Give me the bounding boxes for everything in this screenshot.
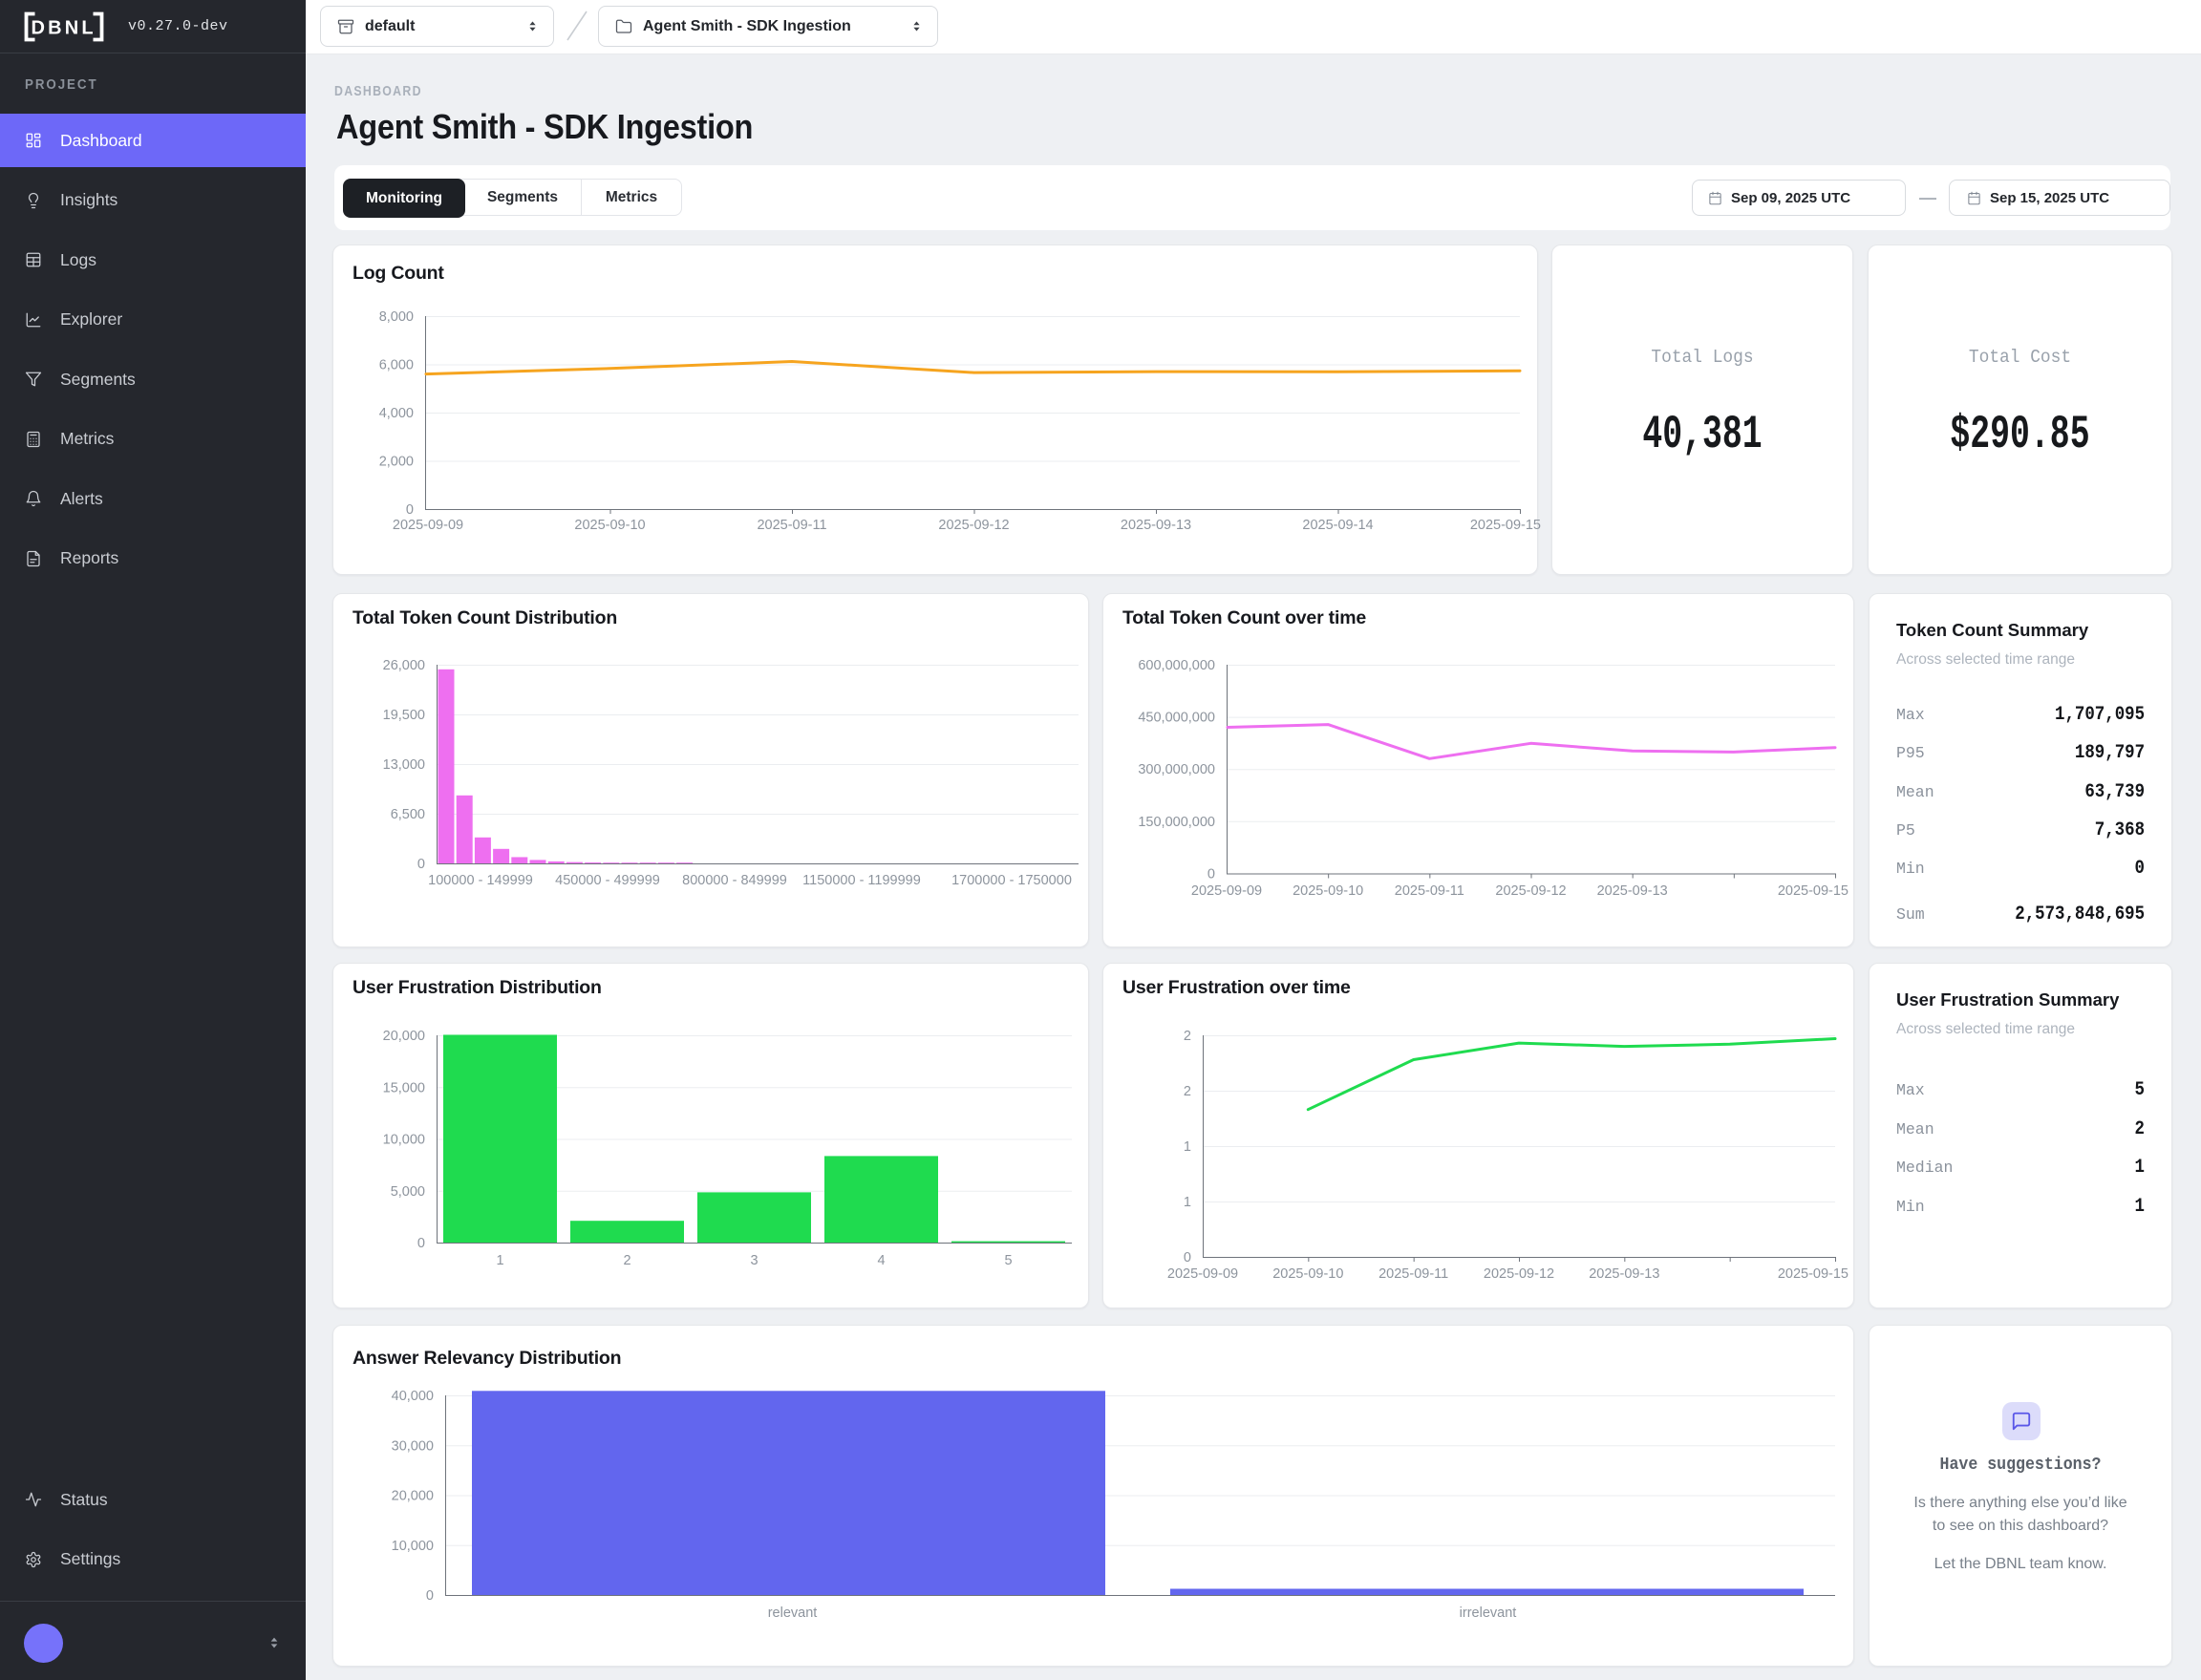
svg-text:2025-09-11: 2025-09-11 bbox=[1378, 1266, 1448, 1282]
svg-text:6,000: 6,000 bbox=[379, 358, 414, 373]
svg-text:0: 0 bbox=[417, 1236, 425, 1251]
svg-text:5,000: 5,000 bbox=[391, 1184, 425, 1200]
svg-text:2025-09-11: 2025-09-11 bbox=[1395, 883, 1464, 899]
svg-text:2: 2 bbox=[1184, 1084, 1191, 1099]
svg-text:450,000,000: 450,000,000 bbox=[1138, 711, 1215, 726]
svg-text:40,000: 40,000 bbox=[392, 1389, 434, 1404]
svg-text:2025-09-14: 2025-09-14 bbox=[1302, 518, 1373, 533]
svg-text:1150000 - 1199999: 1150000 - 1199999 bbox=[802, 873, 921, 888]
svg-text:2025-09-13: 2025-09-13 bbox=[1597, 883, 1668, 899]
svg-text:150,000,000: 150,000,000 bbox=[1138, 815, 1215, 830]
svg-text:15,000: 15,000 bbox=[383, 1080, 425, 1095]
svg-text:6,500: 6,500 bbox=[391, 807, 425, 822]
svg-text:2025-09-15: 2025-09-15 bbox=[1470, 518, 1541, 533]
svg-text:3: 3 bbox=[750, 1253, 758, 1268]
svg-text:2025-09-13: 2025-09-13 bbox=[1589, 1266, 1659, 1282]
svg-text:300,000,000: 300,000,000 bbox=[1138, 762, 1215, 777]
svg-text:2025-09-15: 2025-09-15 bbox=[1778, 883, 1848, 899]
svg-text:450000 - 499999: 450000 - 499999 bbox=[555, 873, 660, 888]
svg-text:20,000: 20,000 bbox=[383, 1029, 425, 1044]
svg-text:100000 - 149999: 100000 - 149999 bbox=[428, 873, 533, 888]
svg-text:1700000 - 1750000: 1700000 - 1750000 bbox=[951, 873, 1072, 888]
svg-text:2,000: 2,000 bbox=[379, 455, 414, 470]
svg-text:20,000: 20,000 bbox=[392, 1489, 434, 1504]
svg-text:0: 0 bbox=[406, 502, 414, 518]
svg-text:2025-09-15: 2025-09-15 bbox=[1778, 1266, 1848, 1282]
svg-text:13,000: 13,000 bbox=[383, 757, 425, 773]
svg-text:1: 1 bbox=[496, 1253, 503, 1268]
svg-text:0: 0 bbox=[417, 857, 425, 872]
svg-text:4: 4 bbox=[877, 1253, 885, 1268]
svg-text:2025-09-12: 2025-09-12 bbox=[1484, 1266, 1554, 1282]
svg-text:0: 0 bbox=[1207, 867, 1215, 883]
svg-text:2025-09-13: 2025-09-13 bbox=[1121, 518, 1191, 533]
svg-text:1: 1 bbox=[1184, 1139, 1191, 1155]
svg-text:2025-09-11: 2025-09-11 bbox=[757, 518, 826, 533]
svg-text:DBNL: DBNL bbox=[32, 17, 96, 38]
svg-text:10,000: 10,000 bbox=[392, 1539, 434, 1554]
svg-text:30,000: 30,000 bbox=[392, 1438, 434, 1454]
svg-text:10,000: 10,000 bbox=[383, 1133, 425, 1148]
svg-text:relevant: relevant bbox=[768, 1606, 818, 1621]
svg-text:2025-09-10: 2025-09-10 bbox=[1293, 883, 1363, 899]
svg-text:2025-09-09: 2025-09-09 bbox=[1167, 1266, 1238, 1282]
svg-text:600,000,000: 600,000,000 bbox=[1138, 658, 1215, 673]
svg-text:19,500: 19,500 bbox=[383, 708, 425, 723]
svg-text:5: 5 bbox=[1004, 1253, 1012, 1268]
svg-text:2025-09-12: 2025-09-12 bbox=[1495, 883, 1566, 899]
svg-text:2025-09-09: 2025-09-09 bbox=[393, 518, 463, 533]
svg-text:1: 1 bbox=[1184, 1195, 1191, 1210]
svg-text:irrelevant: irrelevant bbox=[1460, 1606, 1517, 1621]
svg-text:4,000: 4,000 bbox=[379, 406, 414, 421]
svg-text:2025-09-10: 2025-09-10 bbox=[1272, 1266, 1343, 1282]
svg-text:2: 2 bbox=[1184, 1029, 1191, 1044]
svg-text:0: 0 bbox=[1184, 1250, 1191, 1265]
svg-text:26,000: 26,000 bbox=[383, 658, 425, 673]
svg-text:2: 2 bbox=[623, 1253, 630, 1268]
svg-text:8,000: 8,000 bbox=[379, 309, 414, 325]
svg-text:2025-09-10: 2025-09-10 bbox=[574, 518, 645, 533]
svg-text:2025-09-12: 2025-09-12 bbox=[938, 518, 1009, 533]
svg-text:0: 0 bbox=[426, 1588, 434, 1604]
svg-text:2025-09-09: 2025-09-09 bbox=[1191, 883, 1262, 899]
svg-text:800000 - 849999: 800000 - 849999 bbox=[682, 873, 787, 888]
